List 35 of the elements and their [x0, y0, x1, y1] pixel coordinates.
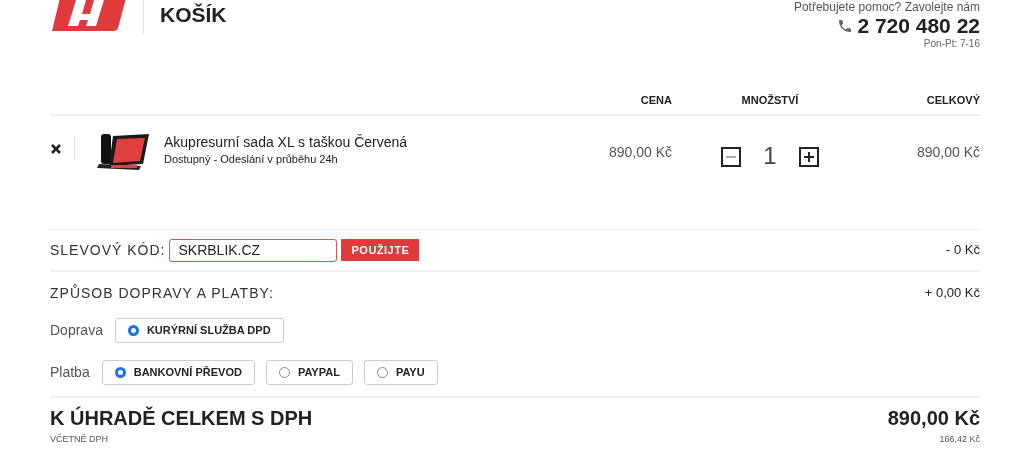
phone-number[interactable]: 2 720 480 22	[857, 14, 980, 38]
apply-button[interactable]: POUŽIJTE	[341, 239, 420, 261]
help-text: Potřebujete pomoc? Zavolejte nám	[793, 0, 980, 14]
column-header: MNOŽSTVÍ	[740, 92, 800, 108]
total-amount: 890,00 Kč	[887, 406, 980, 430]
shipping-amount: + 0,00 Kč	[924, 284, 980, 303]
page-title: KOŠÍK	[160, 2, 227, 28]
increase-button[interactable]	[798, 147, 819, 167]
line-total: 890,00 Kč	[915, 143, 980, 162]
quantity-value[interactable]: 1	[763, 138, 777, 174]
shipping-heading: ZPŮSOB DOPRAVY A PLATBY:	[50, 283, 274, 303]
decrease-button[interactable]	[721, 147, 742, 167]
option-button[interactable]: BANKOVNÍ PŘEVOD	[101, 359, 255, 385]
option-button[interactable]: PAYU	[363, 359, 438, 385]
option-group-label: Platba	[50, 362, 90, 382]
vat-amount: 166,42 Kč	[939, 433, 980, 446]
plus-icon	[803, 152, 814, 162]
discount-amount: - 0 Kč	[946, 241, 980, 260]
column-header: CENA	[639, 92, 672, 108]
total-label: K ÚHRADĚ CELKEM S DPH	[50, 406, 313, 430]
opening-hours: Pon-Pt: 7-16	[923, 38, 980, 50]
discount-code-field[interactable]: SKRBLIK.CZ	[169, 238, 338, 262]
discount-label: SLEVOVÝ KÓD:	[50, 240, 166, 260]
option-group-label: Doprava	[50, 320, 103, 340]
option-button[interactable]: KURÝRNÍ SLUŽBA DPD	[114, 317, 284, 343]
availability-text: Dostupný - Odeslání v průběhu 24h	[164, 152, 339, 166]
product-name[interactable]: Akupresurní sada XL s taškou Červená	[164, 132, 552, 152]
unit-price: 890,00 Kč	[607, 143, 672, 162]
remove-icon[interactable]	[50, 143, 62, 155]
column-header: CELKOVÝ	[925, 92, 980, 108]
logo-icon[interactable]	[50, 0, 126, 32]
vat-label: VČETNĚ DPH	[50, 433, 109, 446]
product-image	[95, 132, 151, 172]
phone-icon	[837, 18, 854, 34]
option-button[interactable]: PAYPAL	[265, 359, 353, 385]
